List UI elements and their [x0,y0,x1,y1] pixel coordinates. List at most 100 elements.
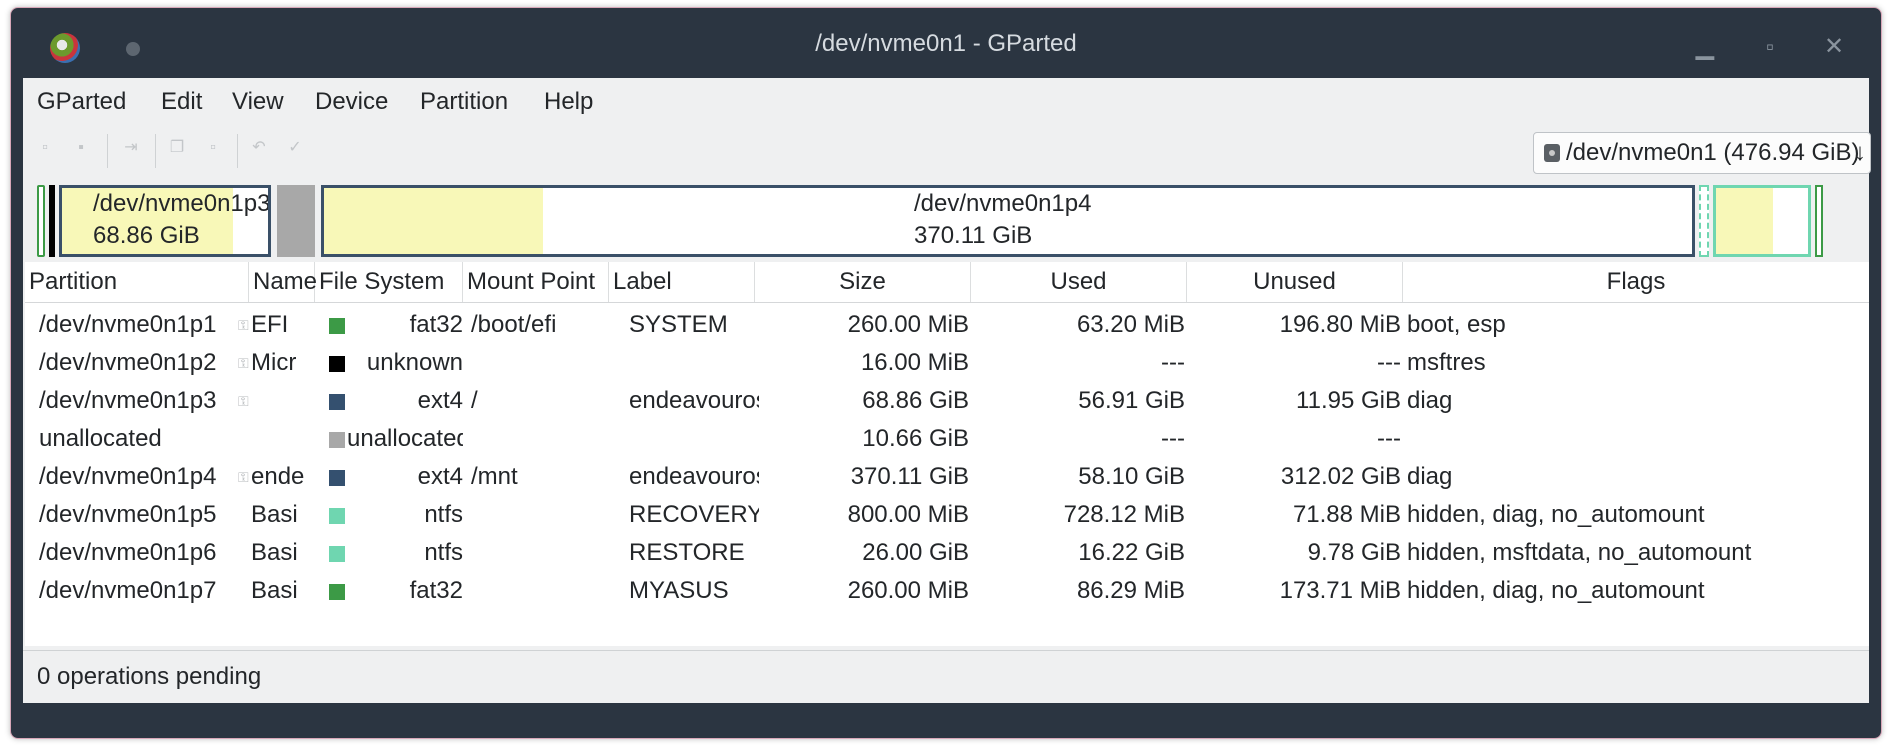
name-cell: Micr [251,349,297,376]
table-header: Partition Name File System Mount Point L… [25,262,1869,303]
column-size[interactable]: Size [755,262,971,302]
name-cell: Basi [251,539,298,566]
apply-icon[interactable]: ✓ [287,140,303,156]
column-label[interactable]: Label [609,262,755,302]
table-row[interactable]: /dev/nvme0n1p4 ⚿ ende ext4/mnt endeavouros 37… [25,458,1869,496]
flags-cell [1407,420,1867,458]
partition-table: Partition Name File System Mount Point L… [25,262,1869,646]
label-cell [629,344,759,382]
toolbar: ▫ ▪ ⇥ ❐ ▫ ↶ ✓ [23,126,423,168]
table-row[interactable]: unallocated unallocated 10.66 GiB --- --- [25,420,1869,458]
table-row[interactable]: /dev/nvme0n1p3 ⚿ ext4 / endeavouros 68.86 GiB… [25,382,1869,420]
partition-map-p5[interactable] [1699,185,1709,257]
menu-help[interactable]: Help [544,88,593,116]
filesystem-cell: ntfs [424,539,463,566]
column-file-system[interactable]: File System [315,262,463,302]
device-selector[interactable]: /dev/nvme0n1 (476.94 GiB) ↓ [1533,132,1871,174]
filesystem-cell: fat32 [409,577,463,604]
used-cell: 63.20 MiB [1076,311,1185,338]
table-row[interactable]: /dev/nvme0n1p5 Basi ntfs RECOVERY 800.00 MiB… [25,496,1869,534]
menu-device[interactable]: Device [315,88,388,116]
close-icon[interactable]: ✕ [1819,32,1849,62]
filesystem-color-swatch [329,356,345,372]
table-row[interactable]: /dev/nvme0n1p6 Basi ntfs RESTORE 26.00 GiB 16… [25,534,1869,572]
mount-point-cell [471,534,607,572]
partition-cell: /dev/nvme0n1p4 [39,463,217,490]
status-text: 0 operations pending [37,663,262,690]
flags-cell: diag [1407,387,1453,414]
partition-map-p2[interactable] [49,185,55,257]
mount-point-cell: /mnt [471,463,518,490]
label-cell: RECOVERY [629,501,759,528]
menu-view[interactable]: View [232,88,284,116]
column-partition[interactable]: Partition [25,262,249,302]
partition-cell: /dev/nvme0n1p1 [39,311,217,338]
status-bar: 0 operations pending [23,650,1869,703]
partition-map-p1[interactable] [37,185,45,257]
used-cell: 16.22 GiB [1078,539,1185,566]
used-cell: 56.91 GiB [1078,387,1185,414]
size-cell: 260.00 MiB [847,577,969,604]
partition-cell: unallocated [39,425,162,452]
minimize-icon[interactable]: ▁ [1690,32,1720,62]
partition-map-unallocated[interactable] [277,185,315,257]
partition-cell: /dev/nvme0n1p7 [39,577,217,604]
menu-partition[interactable]: Partition [420,88,508,116]
disk-icon [1544,144,1560,162]
unused-cell: 9.78 GiB [1307,539,1401,566]
flags-cell: diag [1407,463,1453,490]
label-cell: RESTORE [629,539,745,566]
table-row[interactable]: /dev/nvme0n1p2 ⚿ Micr unknown 16.00 MiB --- --… [25,344,1869,382]
filesystem-cell: ntfs [424,501,463,528]
filesystem-cell: unknown [366,349,463,376]
unused-cell: 196.80 MiB [1279,311,1401,338]
resize-move-icon[interactable]: ⇥ [123,140,139,156]
name-cell [251,382,311,420]
flags-cell: hidden, diag, no_automount [1407,501,1705,528]
delete-icon[interactable]: ▪ [73,140,89,156]
device-selector-label: /dev/nvme0n1 (476.94 GiB) [1566,139,1860,166]
filesystem-cell: fat32 [409,311,463,338]
undo-icon[interactable]: ↶ [251,140,267,156]
menu-gparted[interactable]: GParted [37,88,126,116]
filesystem-color-swatch [329,508,345,524]
filesystem-color-swatch [329,584,345,600]
lock-icon: ⚿ [238,355,249,371]
column-name[interactable]: Name [249,262,317,302]
table-row[interactable]: /dev/nvme0n1p7 Basi fat32 MYASUS 260.00 MiB 8… [25,572,1869,610]
gparted-window: /dev/nvme0n1 - GParted ▁ ▫ ✕ GParted Edi… [10,7,1882,739]
column-unused[interactable]: Unused [1187,262,1403,302]
label-cell [629,420,759,458]
column-used[interactable]: Used [971,262,1187,302]
filesystem-color-swatch [329,546,345,562]
label-cell: MYASUS [629,577,729,604]
partition-map: /dev/nvme0n1p3 68.86 GiB /dev/nvme0n1p4 … [37,185,1863,257]
flags-cell: hidden, msftdata, no_automount [1407,539,1752,566]
menu-edit[interactable]: Edit [161,88,202,116]
p4-size: 370.11 GiB [914,222,1033,249]
copy-icon[interactable]: ❐ [169,140,185,156]
label-cell: endeavouros [629,463,759,490]
maximize-icon[interactable]: ▫ [1755,32,1785,62]
unused-cell: 173.71 MiB [1279,577,1401,604]
partition-cell: /dev/nvme0n1p2 [39,349,217,376]
used-cell: 86.29 MiB [1076,577,1185,604]
column-flags[interactable]: Flags [1403,262,1869,302]
label-cell: SYSTEM [629,311,728,338]
partition-map-p6[interactable] [1713,185,1811,257]
used-cell: 58.10 GiB [1078,463,1185,490]
p4-name: /dev/nvme0n1p4 [914,190,1092,217]
partition-map-p4[interactable]: /dev/nvme0n1p4 370.11 GiB [321,185,1695,257]
usage-bar-p4 [324,188,543,254]
title-bar: /dev/nvme0n1 - GParted ▁ ▫ ✕ [11,8,1881,78]
partition-map-p7[interactable] [1815,185,1823,257]
toolbar-separator [107,134,108,168]
partition-map-p3[interactable]: /dev/nvme0n1p3 68.86 GiB [59,185,271,257]
name-cell: Basi [251,577,298,604]
filesystem-cell: ext4 [417,387,463,414]
unused-cell: 11.95 GiB [1296,387,1401,414]
table-row[interactable]: /dev/nvme0n1p1 ⚿ EFI fat32/boot/efi SYSTEM 26… [25,306,1869,344]
paste-icon[interactable]: ▫ [205,140,221,156]
column-mount-point[interactable]: Mount Point [463,262,609,302]
new-icon[interactable]: ▫ [37,140,53,156]
